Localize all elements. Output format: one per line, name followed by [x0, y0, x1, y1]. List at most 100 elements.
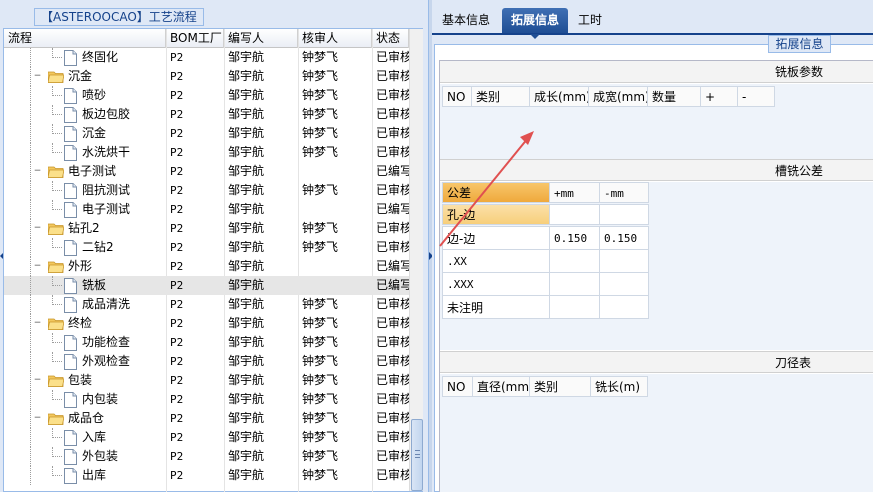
tree-process-row[interactable]: 阻抗测试 P2 邹宇航 钟梦飞 已审核 [4, 181, 409, 200]
tree-connector [30, 352, 31, 371]
tol-plus-input[interactable] [549, 249, 600, 273]
tree-connector [30, 48, 31, 67]
detail-tab-strip: 基本信息 拓展信息 工时 [432, 8, 873, 39]
tree-connector [52, 333, 53, 343]
tree-process-row[interactable]: 板边包胶 P2 邹宇航 钟梦飞 已审核 [4, 105, 409, 124]
collapse-toggle-icon[interactable]: − [33, 376, 42, 385]
writer-cell: 邹宇航 [228, 107, 265, 121]
extended-info-fieldset: 铣板参数 NO 类别 成长(mm) 成宽(mm) 数量 + - 槽铣公差 公差 … [439, 60, 873, 492]
tree-folder-row[interactable]: − 成品仓 P2 邹宇航 钟梦飞 已审核 [4, 409, 409, 428]
tree-process-row[interactable]: 水洗烘干 P2 邹宇航 钟梦飞 已审核 [4, 143, 409, 162]
tree-folder-row[interactable]: − 终检 P2 邹宇航 钟梦飞 已审核 [4, 314, 409, 333]
tree-folder-row[interactable]: − 外形 P2 邹宇航 已编写 [4, 257, 409, 276]
tree-connector [30, 295, 31, 314]
tol-col-minus[interactable]: -mm [599, 182, 649, 203]
bom-factory-cell: P2 [170, 355, 184, 368]
tol-minus-input[interactable] [599, 272, 649, 296]
tree-process-row[interactable]: 终固化 P2 邹宇航 钟梦飞 已审核 [4, 48, 409, 67]
flow-cell: 阻抗测试 [4, 181, 166, 200]
column-header-reviewer[interactable]: 核审人 [298, 29, 372, 48]
tree-connector [30, 276, 31, 295]
tree-process-row[interactable]: 功能检查 P2 邹宇航 钟梦飞 已审核 [4, 333, 409, 352]
tree-process-row[interactable]: 二钻2 P2 邹宇航 钟梦飞 已审核 [4, 238, 409, 257]
tree-folder-row[interactable]: − 钻孔2 P2 邹宇航 钟梦飞 已审核 [4, 219, 409, 238]
tree-process-row[interactable]: 成品清洗 P2 邹宇航 钟梦飞 已审核 [4, 295, 409, 314]
reviewer-cell: 钟梦飞 [302, 335, 339, 349]
mill-col-qty[interactable]: 数量 [647, 86, 701, 107]
collapse-toggle-icon[interactable]: − [33, 224, 42, 233]
tree-connector [52, 247, 62, 248]
tree-connector [52, 304, 62, 305]
tree-process-row[interactable]: 铣板 P2 邹宇航 已编写 [4, 276, 409, 295]
flow-cell: 二钻2 [4, 238, 166, 257]
panel-title-text: 【ASTEROOCAO】工艺流程 [41, 10, 197, 24]
scrollbar-thumb[interactable] [411, 419, 423, 491]
mill-col-width[interactable]: 成宽(mm) [588, 86, 648, 107]
status-cell: 已审核 [376, 411, 409, 425]
tol-minus-input[interactable] [599, 295, 649, 319]
flow-cell: 喷砂 [4, 86, 166, 105]
tol-plus-input[interactable]: 0.150 [549, 226, 600, 250]
collapse-toggle-icon[interactable]: − [33, 319, 42, 328]
column-header-bom[interactable]: BOM工厂 [166, 29, 224, 48]
tree-connector [52, 95, 62, 96]
tree-process-row[interactable]: 内包装 P2 邹宇航 钟梦飞 已审核 [4, 390, 409, 409]
tol-minus-input[interactable]: 0.150 [599, 226, 649, 250]
tree-connector [30, 390, 31, 409]
tree-process-row[interactable]: 入库 P2 邹宇航 钟梦飞 已审核 [4, 428, 409, 447]
status-cell: 已审核 [376, 297, 409, 311]
tol-col-plus[interactable]: +mm [549, 182, 600, 203]
bom-factory-cell: P2 [170, 412, 184, 425]
tree-process-row[interactable]: 沉金 P2 邹宇航 钟梦飞 已审核 [4, 124, 409, 143]
mill-col-category[interactable]: 类别 [471, 86, 530, 107]
mill-col-length[interactable]: 成长(mm) [529, 86, 589, 107]
column-header-flow[interactable]: 流程 [4, 29, 166, 48]
status-cell: 已审核 [376, 50, 409, 64]
bom-factory-cell: P2 [170, 127, 184, 140]
tree-process-row[interactable]: 喷砂 P2 邹宇航 钟梦飞 已审核 [4, 86, 409, 105]
tree-process-row[interactable]: 出库 P2 邹宇航 钟梦飞 已审核 [4, 466, 409, 485]
tab-work-hours[interactable]: 工时 [572, 8, 608, 33]
tol-minus-input[interactable] [599, 249, 649, 273]
tree-folder-row[interactable]: − 包装 P2 邹宇航 钟梦飞 已审核 [4, 371, 409, 390]
tree-process-row[interactable]: 外观检查 P2 邹宇航 钟梦飞 已审核 [4, 352, 409, 371]
tree-connector [52, 152, 62, 153]
collapse-toggle-icon[interactable]: − [33, 262, 42, 271]
mill-col-no[interactable]: NO [442, 86, 472, 107]
tree-process-row[interactable]: 电子测试 P2 邹宇航 已编写 [4, 200, 409, 219]
collapse-toggle-icon[interactable]: − [33, 72, 42, 81]
tool-col-diameter[interactable]: 直径(mm) [472, 376, 530, 397]
tree-folder-row[interactable]: − 电子测试 P2 邹宇航 已编写 [4, 162, 409, 181]
tool-col-mill-length[interactable]: 铣长(m) [590, 376, 648, 397]
tol-plus-input[interactable] [549, 295, 600, 319]
mill-col-plus[interactable]: + [700, 86, 738, 107]
process-name: 成品清洗 [82, 297, 131, 311]
tool-table-grid: NO 直径(mm) 类别 铣长(m) [440, 374, 873, 492]
status-cell: 已审核 [376, 392, 409, 406]
bom-factory-cell: P2 [170, 222, 184, 235]
bom-factory-cell: P2 [170, 450, 184, 463]
reviewer-cell: 钟梦飞 [302, 449, 339, 463]
tab-basic-info[interactable]: 基本信息 [436, 8, 496, 33]
tree-vertical-scrollbar[interactable] [409, 29, 423, 491]
tool-col-no[interactable]: NO [442, 376, 473, 397]
reviewer-cell: 钟梦飞 [302, 240, 339, 254]
tab-extended-info[interactable]: 拓展信息 [502, 8, 568, 39]
tool-col-category[interactable]: 类别 [529, 376, 591, 397]
column-header-writer[interactable]: 编写人 [224, 29, 298, 48]
tol-minus-input[interactable] [599, 204, 649, 225]
flow-cell: − 终检 [4, 314, 166, 333]
column-header-status[interactable]: 状态 [372, 29, 409, 48]
process-name: 二钻2 [82, 240, 114, 254]
collapse-toggle-icon[interactable]: − [33, 414, 42, 423]
status-cell: 已审核 [376, 449, 409, 463]
tree-process-row[interactable]: 外包装 P2 邹宇航 钟梦飞 已审核 [4, 447, 409, 466]
mill-col-minus[interactable]: - [737, 86, 775, 107]
tol-col-tolerance[interactable]: 公差 [442, 182, 550, 203]
tree-connector [52, 390, 53, 400]
collapse-toggle-icon[interactable]: − [33, 167, 42, 176]
tree-folder-row[interactable]: − 沉金 P2 邹宇航 钟梦飞 已审核 [4, 67, 409, 86]
tol-plus-input[interactable] [549, 272, 600, 296]
tol-plus-input[interactable] [549, 204, 600, 225]
document-icon [64, 240, 77, 256]
